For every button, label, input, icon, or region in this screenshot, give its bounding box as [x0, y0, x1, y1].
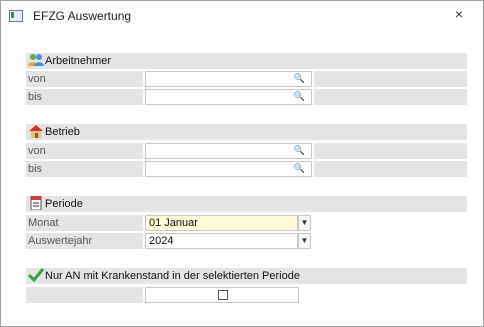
chevron-down-icon[interactable]: ▼ — [298, 233, 311, 249]
arbeitnehmer-von-input[interactable]: 🔍 — [145, 71, 312, 87]
search-icon[interactable]: 🔍 — [294, 163, 305, 174]
monat-row: Monat 01 Januar ▼ — [26, 215, 467, 231]
krankenstand-row — [26, 287, 467, 303]
field-label: bis — [28, 91, 43, 103]
field-label: Monat — [28, 217, 59, 229]
field-label: von — [28, 73, 46, 85]
betrieb-von-row: von 🔍 — [26, 143, 467, 159]
checkmark-icon — [28, 268, 44, 282]
auswertejahr-select[interactable]: 2024 — [145, 233, 298, 249]
arbeitnehmer-von-row: von 🔍 — [26, 71, 467, 87]
close-button[interactable]: × — [449, 5, 469, 23]
section-title: Arbeitnehmer — [45, 55, 112, 67]
betrieb-von-input[interactable]: 🔍 — [145, 143, 312, 159]
section-header-arbeitnehmer: Arbeitnehmer — [26, 53, 467, 69]
house-icon — [29, 125, 43, 138]
krankenstand-checkbox[interactable] — [218, 290, 228, 300]
arbeitnehmer-bis-input[interactable]: 🔍 — [145, 89, 312, 105]
section-title: Nur AN mit Krankenstand in der selektier… — [45, 270, 300, 282]
title-bar: EFZG Auswertung × — [1, 1, 483, 29]
section-title: Betrieb — [45, 126, 80, 138]
auswertejahr-row: Auswertejahr 2024 ▼ — [26, 233, 467, 249]
search-icon[interactable]: 🔍 — [294, 91, 305, 102]
search-icon[interactable]: 🔍 — [294, 73, 305, 84]
calendar-icon — [30, 196, 42, 210]
section-header-krankenstand: Nur AN mit Krankenstand in der selektier… — [26, 268, 467, 284]
dialog-window: EFZG Auswertung × Arbeitnehmer von 🔍 bis… — [0, 0, 484, 327]
arbeitnehmer-bis-row: bis 🔍 — [26, 89, 467, 105]
chevron-down-icon[interactable]: ▼ — [298, 215, 311, 231]
search-icon[interactable]: 🔍 — [294, 145, 305, 156]
app-icon — [9, 10, 23, 22]
field-label: Auswertejahr — [28, 235, 93, 247]
section-title: Periode — [45, 198, 83, 210]
field-label: bis — [28, 163, 43, 175]
section-header-periode: Periode — [26, 196, 467, 212]
betrieb-bis-row: bis 🔍 — [26, 161, 467, 177]
section-header-betrieb: Betrieb — [26, 124, 467, 140]
field-label: von — [28, 145, 46, 157]
monat-select[interactable]: 01 Januar — [145, 215, 298, 231]
betrieb-bis-input[interactable]: 🔍 — [145, 161, 312, 177]
window-title: EFZG Auswertung — [33, 9, 132, 23]
people-icon — [28, 54, 44, 66]
